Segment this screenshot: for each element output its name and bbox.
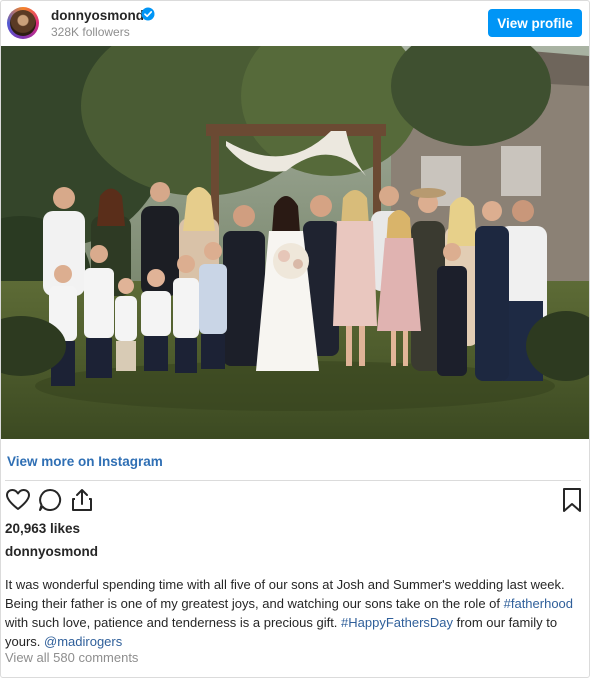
like-count: 20,963 likes xyxy=(5,521,81,536)
hashtag-fatherhood-link[interactable]: #fatherhood xyxy=(504,596,573,611)
hashtag-happyfathersday-link[interactable]: #HappyFathersDay xyxy=(341,615,453,630)
verified-badge-icon xyxy=(141,7,155,21)
avatar-photo xyxy=(10,10,36,36)
username-link[interactable]: donnyosmond xyxy=(51,8,144,23)
post-photo[interactable] xyxy=(1,46,589,439)
instagram-embed-card: donnyosmond 328K followers View profile xyxy=(0,0,590,678)
follower-count: 328K followers xyxy=(51,25,130,39)
caption-username-link[interactable]: donnyosmond xyxy=(5,544,98,559)
divider xyxy=(5,480,581,481)
caption-text: with such love, patience and tenderness … xyxy=(5,615,342,630)
view-more-link[interactable]: View more on Instagram xyxy=(7,454,163,469)
post-caption: It was wonderful spending time with all … xyxy=(5,575,583,651)
bookmark-icon[interactable] xyxy=(559,487,585,513)
mention-link[interactable]: @madirogers xyxy=(44,634,122,649)
post-header: donnyosmond 328K followers View profile xyxy=(1,1,589,45)
view-profile-button[interactable]: View profile xyxy=(488,9,582,37)
wedding-group-photo xyxy=(1,46,589,439)
view-comments-link[interactable]: View all 580 comments xyxy=(5,650,138,665)
avatar[interactable] xyxy=(7,7,39,39)
caption-text: It was wonderful spending time with all … xyxy=(5,577,565,611)
share-icon[interactable] xyxy=(69,487,95,513)
comment-icon[interactable] xyxy=(37,487,63,513)
heart-icon[interactable] xyxy=(5,487,31,513)
